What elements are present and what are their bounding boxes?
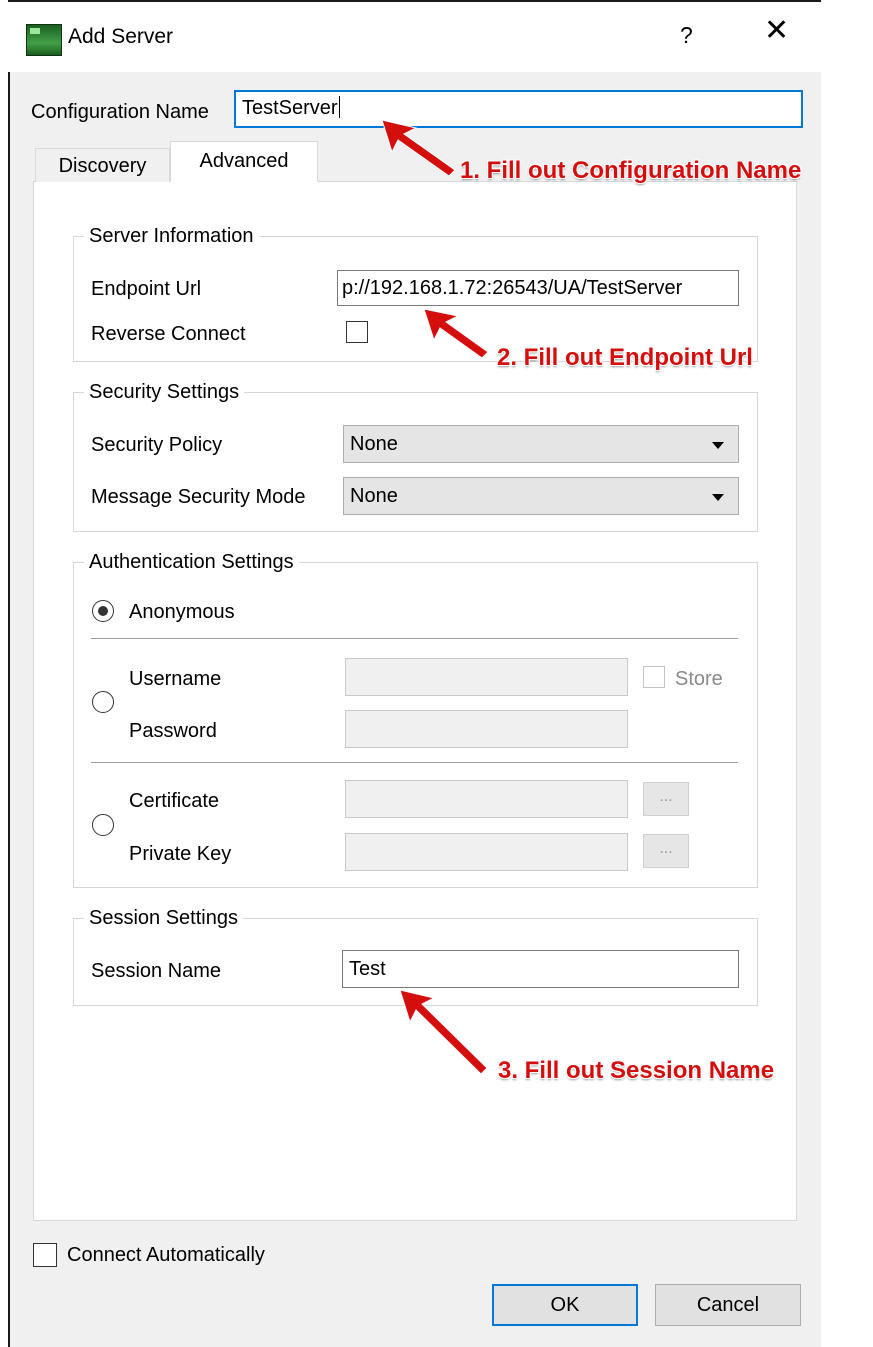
annotation-arrow-icon [423,308,489,359]
annotation-configuration-name: 1. Fill out Configuration Name [460,157,802,184]
annotation-arrow-icon [399,989,488,1075]
annotation-session-name: 3. Fill out Session Name [498,1057,775,1084]
annotation-arrows [381,119,489,1075]
annotation-endpoint-url: 2. Fill out Endpoint Url [497,344,753,371]
annotation-arrow-icon [381,119,456,177]
